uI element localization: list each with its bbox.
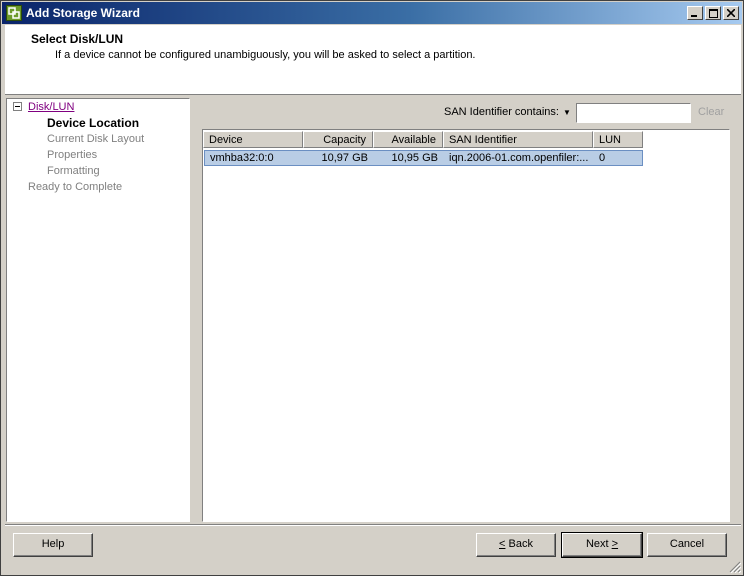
next-button[interactable]: Next >	[561, 532, 643, 558]
back-label: Back	[505, 538, 533, 550]
footer-separator	[5, 524, 741, 526]
back-button[interactable]: < Back	[476, 533, 556, 557]
close-icon	[727, 9, 735, 17]
nav-item-formatting: Formatting	[47, 165, 100, 177]
close-button[interactable]	[723, 6, 739, 20]
wizard-window: Add Storage Wizard Select Disk/LUN If a …	[0, 0, 744, 576]
column-header-device[interactable]: Device	[203, 131, 303, 148]
cancel-button[interactable]: Cancel	[647, 533, 727, 557]
minimize-icon	[691, 15, 697, 17]
nav-item-disk-lun[interactable]: Disk/LUN	[28, 101, 74, 113]
page-subtitle: If a device cannot be configured unambig…	[55, 49, 476, 61]
help-button[interactable]: Help	[13, 533, 93, 557]
nav-item-properties: Properties	[47, 149, 98, 161]
filter-label: SAN Identifier contains:	[444, 106, 559, 118]
filter-input[interactable]	[576, 103, 691, 123]
nav-item-current-disk-layout: Current Disk Layout	[47, 133, 145, 145]
clear-button[interactable]: Clear	[698, 106, 724, 118]
wizard-steps-nav: Disk/LUN Device Location Current Disk La…	[6, 98, 190, 522]
cell-lun: 0	[599, 152, 606, 164]
cell-available: 10,95 GB	[391, 152, 438, 164]
column-header-capacity[interactable]: Capacity	[303, 131, 373, 148]
cell-capacity: 10,97 GB	[321, 152, 368, 164]
resize-grip-icon[interactable]	[729, 561, 741, 573]
nav-item-ready-to-complete: Ready to Complete	[28, 181, 123, 193]
title-bar: Add Storage Wizard	[2, 2, 742, 24]
collapse-toggle-icon[interactable]	[13, 102, 22, 111]
next-accel-key: >	[611, 538, 619, 550]
page-title: Select Disk/LUN	[31, 32, 124, 46]
minimize-button[interactable]	[687, 6, 703, 20]
window-title: Add Storage Wizard	[26, 6, 140, 20]
column-header-lun[interactable]: LUN	[593, 131, 643, 148]
maximize-icon	[708, 8, 718, 18]
filter-column-dropdown[interactable]: SAN Identifier contains: ▼	[444, 106, 571, 118]
cell-san-identifier: iqn.2006-01.com.openfiler:...	[449, 152, 589, 164]
cell-device: vmhba32:0:0	[210, 152, 274, 164]
nav-item-device-location: Device Location	[47, 116, 140, 130]
column-header-san-identifier[interactable]: SAN Identifier	[443, 131, 593, 148]
maximize-button[interactable]	[705, 6, 721, 20]
device-list[interactable]: Device Capacity Available SAN Identifier…	[202, 129, 730, 522]
column-header-available[interactable]: Available	[373, 131, 443, 148]
wizard-header: Select Disk/LUN If a device cannot be co…	[5, 25, 741, 95]
caret-down-icon: ▼	[562, 107, 571, 117]
vmware-icon	[6, 5, 22, 21]
list-header: Device Capacity Available SAN Identifier…	[203, 131, 643, 148]
table-row[interactable]: vmhba32:0:0 10,97 GB 10,95 GB iqn.2006-0…	[204, 150, 643, 166]
next-label: Next	[585, 538, 612, 550]
